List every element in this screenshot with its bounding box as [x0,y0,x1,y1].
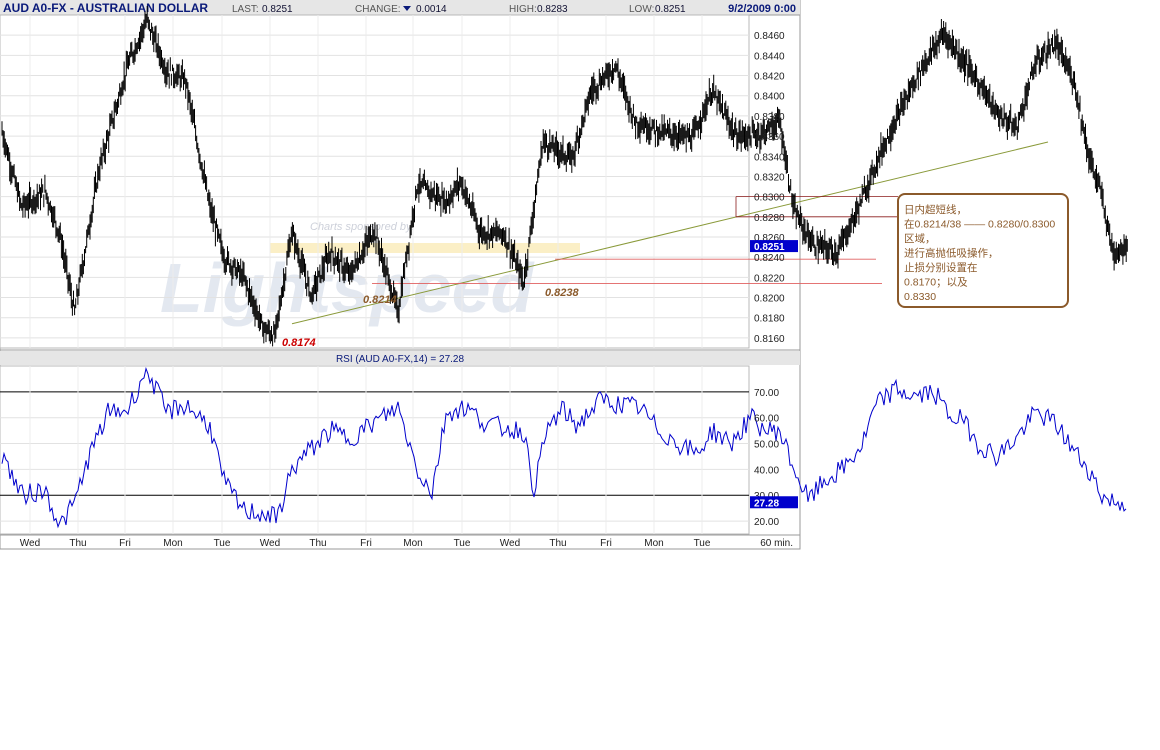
rsi-tick-label: 20.00 [754,517,779,528]
x-tick-label: Tue [214,538,231,549]
rsi-tick-label: 40.00 [754,465,779,476]
last-price-badge-value: 0.8251 [754,242,785,253]
price-tick-label: 0.8220 [754,273,785,284]
callout-line: 止损分别设置在 [904,261,978,274]
price-tick-label: 0.8180 [754,314,785,325]
price-tick-label: 0.8300 [754,193,785,204]
chart-canvas: AUD A0-FX - AUSTRALIAN DOLLAR LAST: 0.82… [0,0,1128,550]
x-tick-label: Thu [549,538,566,549]
change-value: 0.0014 [416,4,447,15]
price-tick-label: 0.8280 [754,213,785,224]
x-tick-label: Wed [500,538,520,549]
rsi-tick-label: 60.00 [754,414,779,425]
timeframe-label: 60 min. [760,538,793,549]
x-tick-label: Fri [360,538,372,549]
x-tick-label: Wed [260,538,280,549]
sponsor-text: Charts sponsored by: [310,221,415,233]
price-tick-label: 0.8460 [754,31,785,42]
header-datetime: 9/2/2009 0:00 [728,3,796,15]
low-label-0-8214: 0.8214 [363,294,397,306]
symbol-title: AUD A0-FX - AUSTRALIAN DOLLAR [3,1,208,15]
low-label-0-8238: 0.8238 [545,287,580,299]
x-tick-label: Fri [600,538,612,549]
x-tick-label: Thu [309,538,326,549]
price-tick-label: 0.8380 [754,112,785,123]
x-tick-label: Wed [20,538,40,549]
x-tick-label: Mon [403,538,422,549]
last-value: 0.8251 [262,4,293,15]
rsi-tick-label: 70.00 [754,388,779,399]
price-tick-label: 0.8320 [754,172,785,183]
callout-line: 在0.8214/38 —— 0.8280/0.8300 [904,219,1055,231]
price-tick-label: 0.8420 [754,72,785,83]
x-tick-label: Tue [454,538,471,549]
high-value: 0.8283 [537,4,568,15]
rsi-tick-label: 50.00 [754,440,779,451]
callout-line: 区域， [904,232,936,245]
price-tick-label: 0.8440 [754,51,785,62]
price-tick-label: 0.8160 [754,334,785,345]
callout-line: 进行高抛低吸操作， [904,247,999,260]
rsi-title: RSI (AUD A0-FX,14) = 27.28 [336,354,465,365]
x-tick-label: Tue [694,538,711,549]
x-tick-label: Mon [644,538,663,549]
x-tick-label: Mon [163,538,182,549]
chart-window: AUD A0-FX - AUSTRALIAN DOLLAR LAST: 0.82… [0,0,1160,745]
price-tick-label: 0.8360 [754,132,785,143]
price-tick-label: 0.8200 [754,294,785,305]
low-label: LOW: [629,4,654,15]
callout-line: 日内超短线， [904,203,967,216]
callout-line: 0.8170；以及 [904,277,968,289]
last-rsi-badge-value: 27.28 [754,498,779,509]
last-label: LAST: [232,4,259,15]
low-label-0-8174: 0.8174 [282,337,316,349]
price-tick-label: 0.8340 [754,152,785,163]
price-tick-label: 0.8240 [754,253,785,264]
price-tick-label: 0.8400 [754,92,785,103]
high-label: HIGH: [509,4,537,15]
callout-line: 0.8330 [904,291,936,303]
x-tick-label: Fri [119,538,131,549]
low-value: 0.8251 [655,4,686,15]
change-label: CHANGE: [355,4,401,15]
x-tick-label: Thu [69,538,86,549]
